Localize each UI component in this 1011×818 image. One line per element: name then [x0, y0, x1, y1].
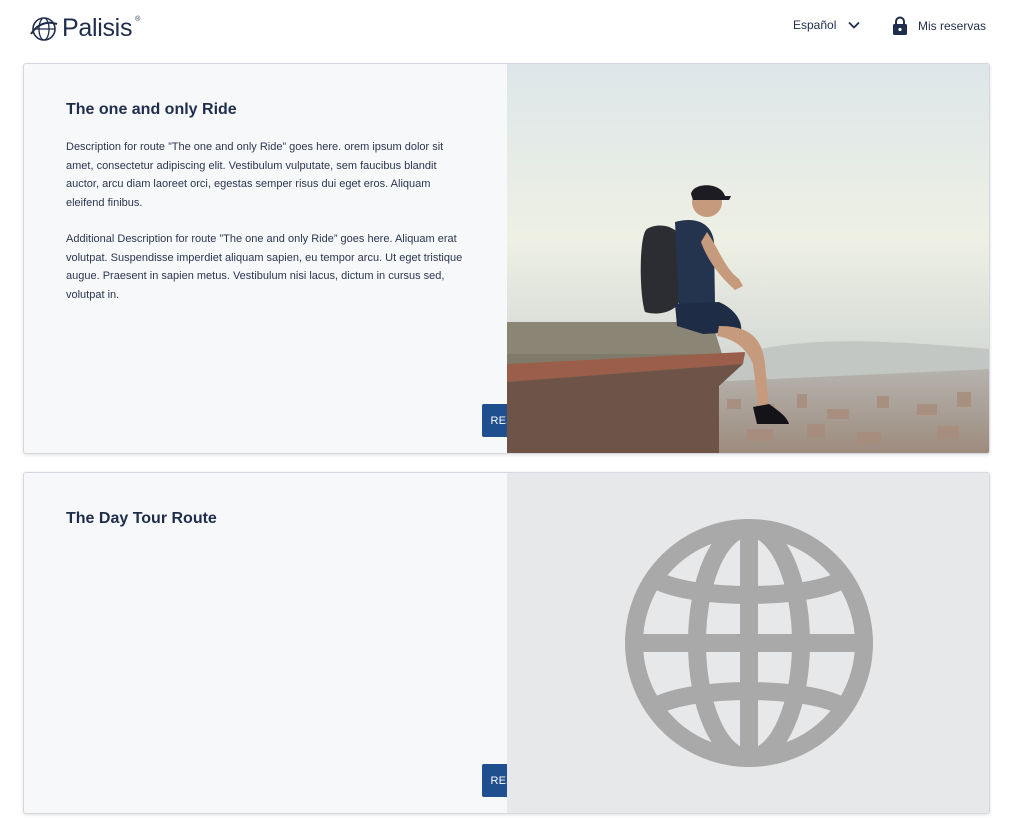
route-card: The one and only Ride Description for ro…	[23, 63, 990, 454]
logo-registered-mark: ®	[135, 16, 141, 23]
top-bar: Palisis ® Español Mis reservas	[0, 0, 1011, 60]
my-bookings-label: Mis reservas	[918, 19, 987, 33]
route-card: The Day Tour Route RESERVAR	[23, 472, 990, 814]
route-image	[507, 64, 989, 453]
route-image-placeholder	[507, 473, 989, 813]
route-description: Description for route ”The one and only …	[66, 138, 466, 322]
my-bookings-link[interactable]: Mis reservas	[892, 16, 986, 36]
globe-icon	[625, 519, 873, 767]
chevron-down-icon	[848, 21, 861, 29]
palisis-globe-logo-icon	[30, 16, 58, 41]
logo-text: Palisis	[62, 14, 133, 42]
lock-icon	[893, 16, 907, 35]
route-description-text: Description for route ”The one and only …	[66, 141, 444, 209]
language-label: Español	[793, 18, 837, 32]
hiker-on-ledge-photo	[507, 64, 989, 453]
route-additional-description: Additional Description for route ”The on…	[66, 233, 463, 301]
language-selector[interactable]: Español	[793, 18, 861, 32]
route-title: The one and only Ride	[66, 101, 237, 118]
route-title: The Day Tour Route	[66, 510, 217, 527]
palisis-logo[interactable]: Palisis ®	[30, 14, 141, 43]
